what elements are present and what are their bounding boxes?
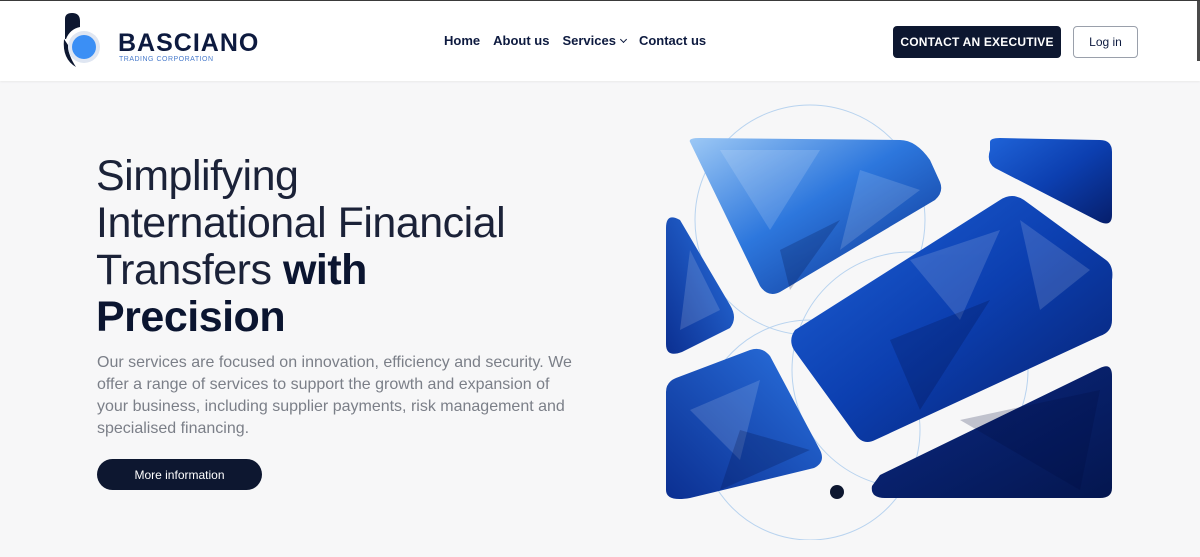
- hero-description: Our services are focused on innovation, …: [97, 354, 572, 437]
- hero-crystal-artwork: [666, 104, 1113, 540]
- chevron-down-icon: [619, 35, 627, 43]
- nav-home[interactable]: Home: [444, 33, 480, 48]
- hero-title-line-2: International Financial: [96, 199, 506, 247]
- login-button[interactable]: Log in: [1073, 26, 1138, 58]
- nav-contact-us[interactable]: Contact us: [639, 33, 706, 48]
- hero-title-bold-with: with: [282, 246, 367, 294]
- nav-services[interactable]: Services: [562, 33, 627, 48]
- contact-executive-button[interactable]: CONTACT AN EXECUTIVE: [893, 26, 1061, 58]
- brand-name: BASCIANO: [118, 29, 260, 57]
- more-information-button[interactable]: More information: [97, 459, 262, 490]
- top-navigation-bar: BASCIANO TRADING CORPORATION Home About …: [0, 0, 1200, 81]
- brand-logo-icon: [63, 13, 100, 67]
- main-nav: Home About us Services Contact us: [444, 33, 706, 48]
- hero-title: Simplifying International Financial Tran…: [96, 152, 506, 341]
- hero-title-line-4: Precision: [96, 294, 505, 341]
- hero-title-line-1: Simplifying: [96, 152, 299, 200]
- hero-title-bold-precision: Precision: [96, 293, 286, 341]
- accent-dot: [830, 485, 844, 499]
- brand-tagline: TRADING CORPORATION: [119, 56, 214, 63]
- nav-about-us[interactable]: About us: [493, 33, 549, 48]
- brand-logo[interactable]: BASCIANO TRADING CORPORATION: [60, 13, 270, 69]
- hero-title-light-part: Transfers: [96, 246, 283, 294]
- nav-services-label: Services: [562, 33, 616, 48]
- hero-title-line-3: Transfers with: [96, 247, 505, 294]
